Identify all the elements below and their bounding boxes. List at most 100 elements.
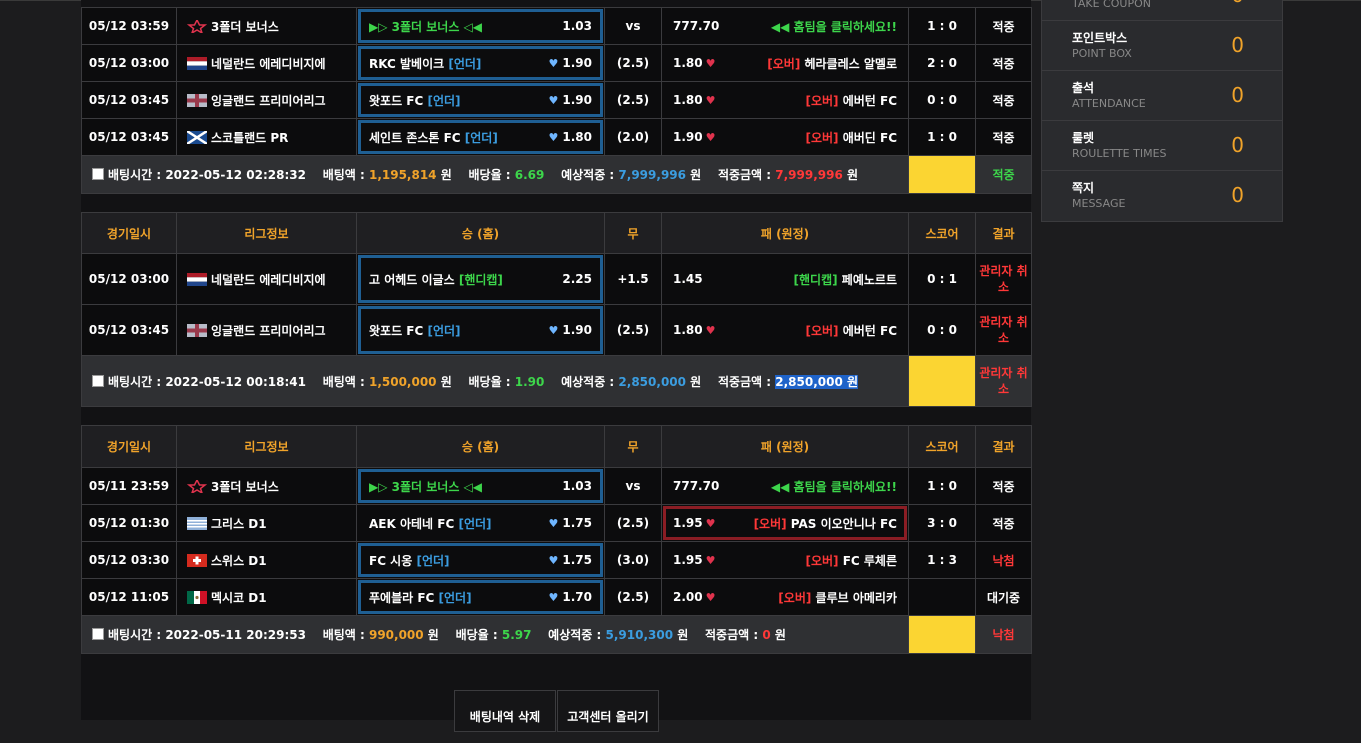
draw-cell[interactable]: vs [604,7,662,45]
sidebar-item-attendance[interactable]: 출석 ATTENDANCE 0 [1042,71,1282,121]
home-pick-cell[interactable]: RKC 발베이크 [언더] ♥ 1.90 [356,44,605,82]
home-pick-cell[interactable]: ▶▷ 3폴더 보너스 ◁◀ 1.03 [356,7,605,45]
result-cell: 적중 [975,81,1032,119]
upload-to-support-button[interactable]: 고객센터 올리기 [557,690,659,732]
league-cell: 네덜란드 에레디비지에 [176,253,357,305]
match-date: 05/12 01:30 [81,504,177,542]
home-pick-cell[interactable]: ▶▷ 3폴더 보너스 ◁◀ 1.03 [356,467,605,505]
delete-history-button[interactable]: 배팅내역 삭제 [454,690,556,732]
away-pick-cell[interactable]: 1.95 ♥ [오버] PAS 이오안니나 FC [661,504,909,542]
slip-summary: 배팅시간 : 2022-05-12 00:18:41 배팅액 : 1,500,0… [81,355,1032,407]
home-pick-cell[interactable]: 왓포드 FC [언더] ♥ 1.90 [356,81,605,119]
home-odds: 1.90 [562,93,592,107]
home-pick-cell[interactable]: 고 어헤드 이글스 [핸디캡] 2.25 [356,253,605,305]
away-team: 애버딘 FC [838,130,897,145]
score-cell: 0 : 0 [908,81,976,119]
heart-up-icon: ♥ [705,131,716,144]
away-team: 에버턴 FC [838,323,897,338]
draw-cell[interactable]: (2.5) [604,504,662,542]
sidebar-item-roulette[interactable]: 룰렛 ROULETTE TIMES 0 [1042,121,1282,171]
result-cell: 관리자 취소 [975,304,1032,356]
home-pick-cell[interactable]: 푸에블라 FC [언더] ♥ 1.70 [356,578,605,616]
away-tag: [오버] [805,553,839,568]
table-row: 05/12 03:45 잉글랜드 프리미어리그 왓포드 FC [언더] ♥ 1.90… [81,304,1032,356]
result-cell: 적중 [975,44,1032,82]
win-amount: 2,850,000 [775,374,843,389]
away-pick-cell[interactable]: 777.70 ◀◀ 홈팀을 클릭하세요!! [661,467,909,505]
home-odds: 1.70 [562,590,592,604]
sidebar-item-message[interactable]: 쪽지 MESSAGE 0 [1042,171,1282,220]
user-stats-sidebar: TAKE COUPON 0 포인트박스 POINT BOX 0 출석 ATTEN… [1041,0,1283,222]
status-block [908,615,976,654]
home-odds: 1.75 [562,553,592,567]
summary-info: 배팅시간 : 2022-05-12 00:18:41 배팅액 : 1,500,0… [81,355,909,407]
home-tag: [언더] [427,323,461,338]
bet-slip-3: 경기일시 리그정보 승 (홈) 무 패 (원정) 스코어 결과 05/11 23… [81,425,1032,654]
status-block [908,355,976,407]
match-date: 05/12 03:45 [81,304,177,356]
header-result: 결과 [975,425,1032,468]
score-cell [908,578,976,616]
away-pick-cell[interactable]: 1.95 ♥ [오버] FC 루체른 [661,541,909,579]
sidebar-item-coupon[interactable]: TAKE COUPON 0 [1042,0,1282,21]
away-odds: 2.00 [673,590,703,604]
table-row: 05/12 03:45 스코틀랜드 PR 세인트 존스톤 FC [언더] ♥ 1.8… [81,118,1032,156]
win-amount: 7,999,996 [775,168,843,182]
draw-cell[interactable]: (3.0) [604,541,662,579]
match-date: 05/12 03:59 [81,7,177,45]
home-pick-cell[interactable]: 세인트 존스톤 FC [언더] ♥ 1.80 [356,118,605,156]
select-checkbox[interactable] [92,374,104,387]
bet-time: 2022-05-12 02:28:32 [165,168,306,182]
away-odds: 1.95 [673,553,703,567]
heart-up-icon: ♥ [705,94,716,107]
heart-down-icon: ♥ [548,517,559,530]
league-name: 네덜란드 에레디비지에 [211,272,326,287]
draw-cell[interactable]: (2.0) [604,118,662,156]
home-pick-cell[interactable]: 왓포드 FC [언더] ♥ 1.90 [356,304,605,356]
star-flag-icon [186,17,208,35]
result-cell: 관리자 취소 [975,253,1032,305]
sidebar-item-label: POINT BOX [1072,47,1132,60]
draw-cell[interactable]: (2.5) [604,304,662,356]
slip-summary: 배팅시간 : 2022-05-11 20:29:53 배팅액 : 990,000… [81,615,1032,654]
total-odds: 1.90 [514,374,545,389]
draw-cell[interactable]: (2.5) [604,81,662,119]
sidebar-item-count: 0 [1231,33,1244,57]
away-tag: [오버] [805,93,839,108]
result-cell: 낙첨 [975,541,1032,579]
score-cell: 1 : 3 [908,541,976,579]
away-pick-cell[interactable]: 1.80 ♥ [오버] 헤라클레스 알멜로 [661,44,909,82]
league-name: 스코틀랜드 PR [211,130,289,145]
home-team: RKC 발베이크 [369,56,449,71]
header-league: 리그정보 [176,212,357,254]
england-flag-icon [187,93,207,107]
draw-cell[interactable]: +1.5 [604,253,662,305]
away-pick-cell[interactable]: 1.45 [핸디캡] 페예노르트 [661,253,909,305]
match-date: 05/12 03:00 [81,253,177,305]
league-cell: 스위스 D1 [176,541,357,579]
match-date: 05/11 23:59 [81,467,177,505]
header-away: 패 (원정) [661,425,909,468]
score-cell: 1 : 0 [908,467,976,505]
away-pick-cell[interactable]: 1.80 ♥ [오버] 에버턴 FC [661,81,909,119]
mexico-flag-icon [187,590,207,604]
table-row: 05/12 03:00 네덜란드 에레디비지에 고 어헤드 이글스 [핸디캡] 2… [81,253,1032,305]
draw-cell[interactable]: (2.5) [604,44,662,82]
league-name: 잉글랜드 프리미어리그 [211,93,326,108]
away-pick-cell[interactable]: 777.70 ◀◀ 홈팀을 클릭하세요!! [661,7,909,45]
home-odds: 1.90 [562,56,592,70]
bet-amount: 1,500,000 [368,374,437,389]
draw-cell[interactable]: (2.5) [604,578,662,616]
away-pick-cell[interactable]: 1.90 ♥ [오버] 애버딘 FC [661,118,909,156]
select-checkbox[interactable] [92,628,104,640]
home-pick-cell[interactable]: AEK 아테네 FC [언더] ♥ 1.75 [356,504,605,542]
select-checkbox[interactable] [92,168,104,180]
home-tag: [언더] [416,553,450,568]
away-pick-cell[interactable]: 2.00 ♥ [오버] 클루브 아메리카 [661,578,909,616]
sidebar-item-point-box[interactable]: 포인트박스 POINT BOX 0 [1042,21,1282,71]
home-pick-cell[interactable]: FC 시옹 [언더] ♥ 1.75 [356,541,605,579]
draw-cell[interactable]: vs [604,467,662,505]
bet-amount: 990,000 [368,628,424,642]
sidebar-item-label: MESSAGE [1072,197,1126,210]
away-pick-cell[interactable]: 1.80 ♥ [오버] 에버턴 FC [661,304,909,356]
